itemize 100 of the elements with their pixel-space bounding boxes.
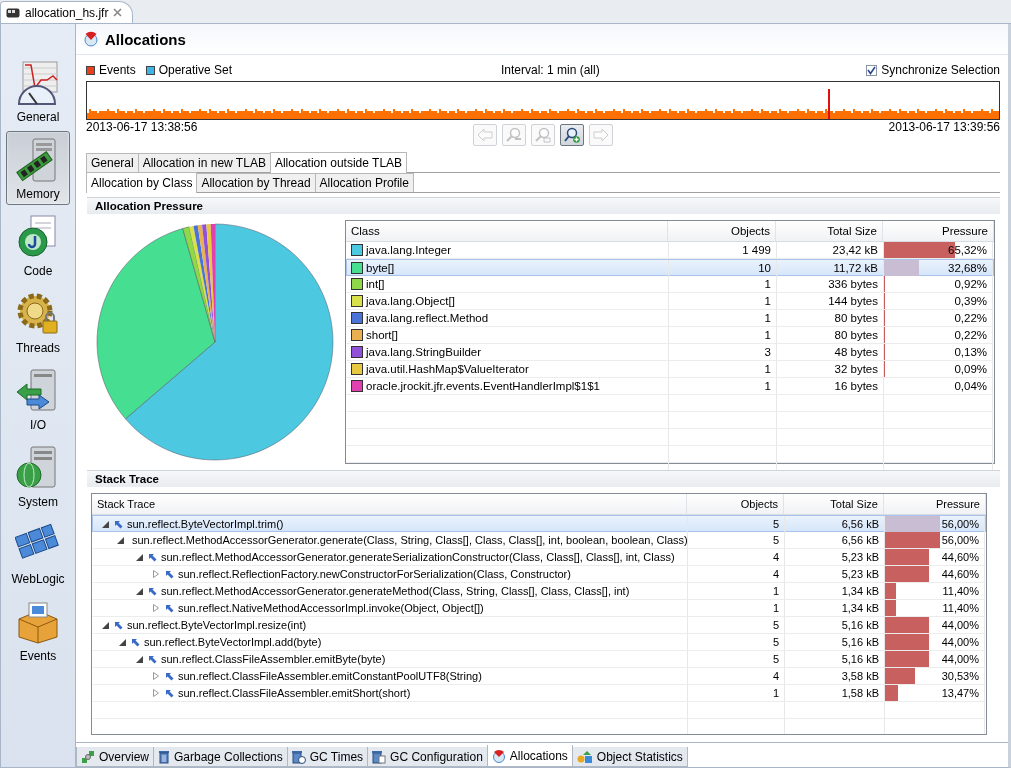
forward-arrow-icon: [593, 128, 609, 142]
tab[interactable]: GC Times: [286, 747, 369, 767]
table-cell-text: sun.reflect.MethodAccessorGenerator.generate(Class, String, Class[], Class, Class[], int, boolean, boolean, Class): [132, 533, 688, 548]
collapsed-triangle-icon[interactable]: [153, 604, 159, 612]
table-cell: 1: [669, 276, 777, 292]
table-cell: 5: [688, 532, 785, 548]
table-cell-text: 0,09%: [954, 362, 987, 377]
table-cell: 1: [688, 685, 785, 701]
table-cell: 5: [688, 617, 785, 633]
table-cell: 5: [688, 634, 785, 650]
table-cell: 1: [669, 310, 777, 326]
section-header: Allocation Pressure: [87, 197, 1000, 214]
tab[interactable]: Allocation in new TLAB: [137, 153, 271, 172]
tab[interactable]: GC Configuration: [367, 747, 488, 767]
column-header[interactable]: Class: [346, 221, 668, 241]
table-cell-text: 44,60%: [941, 550, 979, 565]
expanded-triangle-icon[interactable]: [135, 655, 143, 663]
table-cell-text: sun.reflect.ClassFileAssembler.emitConstantPoolUTF8(String): [178, 669, 482, 684]
tab[interactable]: Allocation Profile: [314, 173, 414, 192]
column-header[interactable]: Objects: [687, 494, 784, 514]
sidebar-item[interactable]: Threads: [6, 285, 70, 359]
sidebar-item[interactable]: General: [6, 54, 70, 128]
table-cell: 1: [669, 327, 777, 343]
tab[interactable]: Garbage Collections: [153, 747, 288, 767]
section-header: Stack Trace: [87, 470, 1000, 487]
tab[interactable]: Object Statistics: [571, 747, 688, 767]
tab[interactable]: Allocations: [486, 745, 573, 767]
table-cell: 1: [688, 600, 785, 616]
table-cell: 10: [669, 260, 777, 276]
start-time: 2013-06-17 13:38:56: [86, 120, 199, 134]
tab[interactable]: Allocation outside TLAB: [269, 152, 408, 173]
editor-tab-title: allocation_hs.jfr: [25, 5, 109, 20]
tab[interactable]: Allocation by Class: [86, 172, 198, 193]
table-cell-text: 30,53%: [941, 669, 979, 684]
checkmark-icon: [867, 65, 877, 75]
table-cell-text: short[]: [366, 328, 398, 343]
satellite-icon: [81, 749, 95, 764]
collapsed-triangle-icon[interactable]: [153, 672, 159, 680]
table-cell-text: java.lang.reflect.Method: [366, 311, 489, 326]
sidebar-item[interactable]: Memory: [6, 131, 70, 205]
expanded-triangle-icon[interactable]: [117, 536, 124, 544]
expanded-triangle-icon[interactable]: [101, 621, 109, 629]
editor-tab[interactable]: allocation_hs.jfr: [0, 1, 134, 23]
table-cell-text: sun.reflect.ByteVectorImpl.resize(int): [127, 618, 307, 633]
zoom-reset-icon: [535, 127, 551, 143]
legend-label: Operative Set: [158, 63, 233, 77]
table-cell-text: sun.reflect.MethodAccessorGenerator.generateMethod(Class, String, Class[], Class, Class[], int): [161, 584, 630, 599]
column-header[interactable]: Pressure: [883, 221, 994, 241]
expanded-triangle-icon[interactable]: [118, 638, 126, 646]
expanded-triangle-icon[interactable]: [101, 520, 109, 528]
back-arrow-icon: [477, 128, 493, 142]
sidebar-item[interactable]: WebLogic: [6, 516, 70, 590]
column-header[interactable]: Total Size: [776, 221, 883, 241]
column-header[interactable]: Pressure: [884, 494, 986, 514]
table-cell-text: 0,04%: [954, 379, 987, 394]
expanded-triangle-icon[interactable]: [135, 553, 143, 561]
gauge-chart-icon: [15, 60, 61, 106]
table-cell: 4: [688, 549, 785, 565]
table-cell-text: 11,40%: [942, 601, 979, 616]
tab[interactable]: General: [86, 153, 139, 172]
pie-icon: [83, 31, 99, 47]
column-header[interactable]: Total Size: [784, 494, 884, 514]
table-cell-text: 56,00%: [941, 517, 979, 532]
checkbox[interactable]: [866, 64, 878, 76]
table-cell: 1 499: [669, 242, 777, 258]
table-cell-text: 44,60%: [941, 567, 979, 582]
sidebar-item[interactable]: Events: [6, 593, 70, 667]
table-cell: 3: [669, 344, 777, 360]
table-cell-text: 11,40%: [942, 584, 979, 599]
sidebar-item[interactable]: I/O: [6, 362, 70, 436]
zoom-out-icon: [506, 127, 522, 143]
table-cell-text: int[]: [366, 277, 385, 292]
table-cell-text: 44,00%: [941, 652, 979, 667]
timeline-nav-button[interactable]: [560, 124, 584, 146]
tab[interactable]: Overview: [76, 747, 154, 767]
table-cell-text: 0,13%: [954, 345, 987, 360]
sidebar-item[interactable]: System: [6, 439, 70, 513]
table-cell-text: sun.reflect.ClassFileAssembler.emitByte(byte): [161, 652, 386, 667]
trash-document-icon: [372, 749, 387, 764]
pie-icon: [491, 748, 506, 763]
end-time: 2013-06-17 13:39:56: [888, 120, 1000, 134]
close-icon[interactable]: [113, 8, 123, 17]
tab[interactable]: Allocation by Thread: [196, 173, 316, 192]
selected-row[interactable]: sun.reflect.ByteVectorImpl.trim() 5 6,56 kB 56,00%: [92, 515, 986, 532]
table-cell: 5: [688, 516, 785, 532]
collapsed-triangle-icon[interactable]: [153, 689, 159, 697]
expanded-triangle-icon[interactable]: [135, 587, 143, 595]
table-cell-text: java.util.HashMap$ValueIterator: [366, 362, 529, 377]
table-cell-text: sun.reflect.ByteVectorImpl.add(byte): [144, 635, 322, 650]
sidebar-item[interactable]: Code: [6, 208, 70, 282]
collapsed-triangle-icon[interactable]: [153, 570, 159, 578]
table-cell: 1: [669, 378, 777, 394]
table-cell-text: java.lang.Object[]: [366, 294, 455, 309]
selected-row[interactable]: byte[] 10 11,72 kB 32,68%: [346, 259, 994, 276]
legend-label: Events: [99, 63, 136, 77]
box-icon: [15, 599, 61, 645]
column-header[interactable]: Objects: [668, 221, 776, 241]
table-cell: 5: [688, 651, 785, 667]
column-header[interactable]: Stack Trace: [92, 494, 687, 514]
table-cell: 1: [669, 293, 777, 309]
